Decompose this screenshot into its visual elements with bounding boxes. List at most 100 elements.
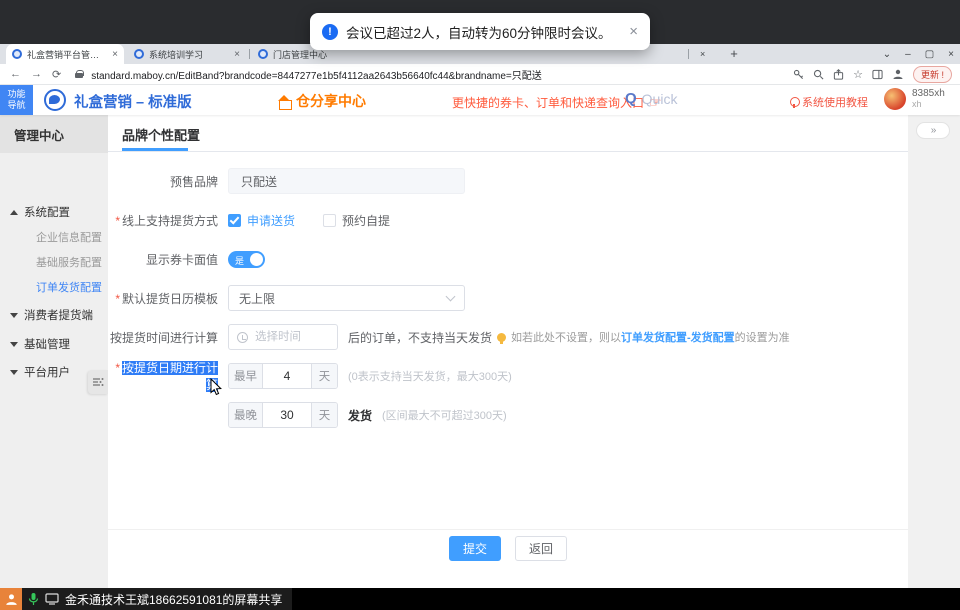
sidebar-item-company-info[interactable]: 企业信息配置 [0,226,108,248]
browser-tab-training[interactable]: 系统培训学习 × [128,44,246,64]
person-icon [5,593,18,606]
form-row-calendar-template: *默认提货日历模板 无上限 [108,285,908,311]
more-icon: ! [941,70,944,80]
screen-share-indicator: 金禾通技术王斌18662591081的屏幕共享 [22,588,292,610]
panel-collapse-button[interactable]: » [916,122,950,139]
key-icon[interactable] [793,69,804,80]
mouse-cursor-icon [210,378,223,396]
maximize-icon[interactable]: ▢ [925,49,934,60]
warehouse-share-label: 仓分享中心 [296,91,366,111]
minimize-icon[interactable]: – [905,49,911,60]
function-nav-button[interactable]: 功能 导航 [0,85,33,115]
back-button[interactable]: 返回 [515,536,567,561]
new-tab-button[interactable]: + [726,46,742,62]
url-text[interactable]: standard.maboy.cn/EditBand?brandcode=844… [91,67,542,82]
browser-menu-icon[interactable]: ⌄ [883,49,891,60]
latest-days-group: 最晚 30 天 [228,402,338,428]
profile-icon[interactable] [892,68,904,80]
checkbox-self-pickup[interactable] [323,214,336,227]
tab-close-icon[interactable]: × [694,44,711,64]
sidebar-group-label: 基础管理 [24,336,70,352]
sidebar-group-base-management[interactable]: 基础管理 [0,333,108,355]
face-value-toggle[interactable]: 是 [228,251,265,268]
user-subname: xh [912,99,945,110]
sidebar-item-basic-service[interactable]: 基础服务配置 [0,251,108,273]
shipping-config-link[interactable]: 订单发货配置-发货配置 [621,332,735,344]
quick-label: Quick [642,91,678,107]
caret-down-icon [10,342,18,347]
days-unit: 天 [311,363,337,389]
sidebar-item-order-shipping[interactable]: 订单发货配置 [0,276,108,298]
tab-separator [249,49,250,59]
bookmark-star-icon[interactable]: ☆ [853,68,863,81]
browser-tab-gift-admin[interactable]: 礼盒营销平台管理中心 × [6,44,124,64]
tutorial-link[interactable]: 系统使用教程 [790,94,868,110]
content-area: » 品牌个性配置 预售品牌 *线上支持提货方式 申请送货 [108,115,960,588]
checkbox-delivery[interactable] [228,214,241,227]
form-row-show-face-value: 显示券卡面值 是 [108,246,908,272]
side-panel-icon[interactable] [872,69,883,80]
form-row-by-pickup-time: 按提货时间进行计算 后的订单，不支持当天发货 如若此处不设置，则以订单发货配置-… [108,324,908,350]
time-input[interactable] [253,330,323,344]
update-button[interactable]: 更新 ! [913,66,952,83]
earliest-days-input[interactable]: 4 [263,369,311,383]
sidebar-collapse-handle[interactable] [88,370,108,394]
ship-text: 发货 [348,407,372,424]
field-label: 按提货时间进行计算 [108,329,218,346]
address-bar: ← → ⟳ standard.maboy.cn/EditBand?brandco… [0,64,960,85]
bulb-icon [497,333,506,342]
close-icon[interactable]: × [948,49,954,60]
tab-close-icon[interactable]: × [234,49,240,60]
checkbox-self-pickup-label[interactable]: 预约自提 [342,212,390,229]
pin-icon [790,97,798,108]
microphone-icon [28,592,39,606]
sidebar-group-label: 系统配置 [24,204,70,220]
meeting-toast: ! 会议已超过2人，自动转为60分钟限时会议。 × [310,13,650,50]
sidebar: 管理中心 系统配置 企业信息配置 基础服务配置 订单发货配置 消费者提货端 基础… [0,115,108,588]
checkbox-delivery-label[interactable]: 申请送货 [247,212,295,229]
brand-config-panel: 品牌个性配置 预售品牌 *线上支持提货方式 申请送货 [108,115,908,588]
quick-search[interactable]: Q Quick [625,90,677,107]
toast-close-icon[interactable]: × [629,23,638,40]
clock-icon [237,332,248,343]
field-label: *线上支持提货方式 [108,212,218,229]
sidebar-group-consumer-pickup[interactable]: 消费者提货端 [0,304,108,326]
browser-window: 礼盒营销平台管理中心 × 系统培训学习 × 门店管理中心 × + ⌄ – ▢ × [0,44,960,588]
toggle-on-label: 是 [235,254,244,267]
tab-title: 系统培训学习 [149,48,228,61]
field-label: *按提货日期进行计算 [108,359,218,393]
sidebar-title: 管理中心 [0,115,108,153]
required-mark: * [115,214,120,228]
days-unit: 天 [311,402,337,428]
latest-days-input[interactable]: 30 [263,408,311,422]
submit-button[interactable]: 提交 [449,536,501,561]
screen: 礼盒营销平台管理中心 × 系统培训学习 × 门店管理中心 × + ⌄ – ▢ × [0,0,960,610]
tab-brand-personal-config[interactable]: 品牌个性配置 [122,125,200,144]
forward-icon[interactable]: → [31,68,42,80]
field-label: 预售品牌 [108,173,218,190]
calendar-template-select[interactable]: 无上限 [228,285,465,311]
warehouse-icon [278,95,291,108]
form-row-pickup-methods: *线上支持提货方式 申请送货 预约自提 [108,207,908,233]
brand-title: 礼盒营销 – 标准版 [74,91,192,112]
share-icon[interactable] [833,69,844,80]
sidebar-item-label: 基础服务配置 [36,254,102,270]
sidebar-group-system-config[interactable]: 系统配置 [0,201,108,223]
avatar[interactable] [884,88,906,110]
toast-message: 会议已超过2人，自动转为60分钟限时会议。 [346,22,612,42]
promo-text: 更快捷的券卡、订单和快递查询入口 [452,94,644,111]
favicon-icon [12,49,22,59]
earliest-days-group: 最早 4 天 [228,363,338,389]
back-icon[interactable]: ← [10,68,21,80]
participant-button[interactable] [0,588,22,610]
time-picker-input[interactable] [228,324,338,350]
form-row-latest-days: 最晚 30 天 发货 (区间最大不可超过300天) [108,402,908,428]
nav-toggle-label: 导航 [7,100,25,111]
zoom-icon[interactable] [813,69,824,80]
reload-icon[interactable]: ⟳ [52,68,61,81]
caret-up-icon [10,210,18,215]
warehouse-share-link[interactable]: 仓分享中心 [278,91,366,111]
tab-bottom-border [108,151,908,152]
tab-close-icon[interactable]: × [112,49,118,60]
presale-brand-input[interactable] [228,168,465,194]
